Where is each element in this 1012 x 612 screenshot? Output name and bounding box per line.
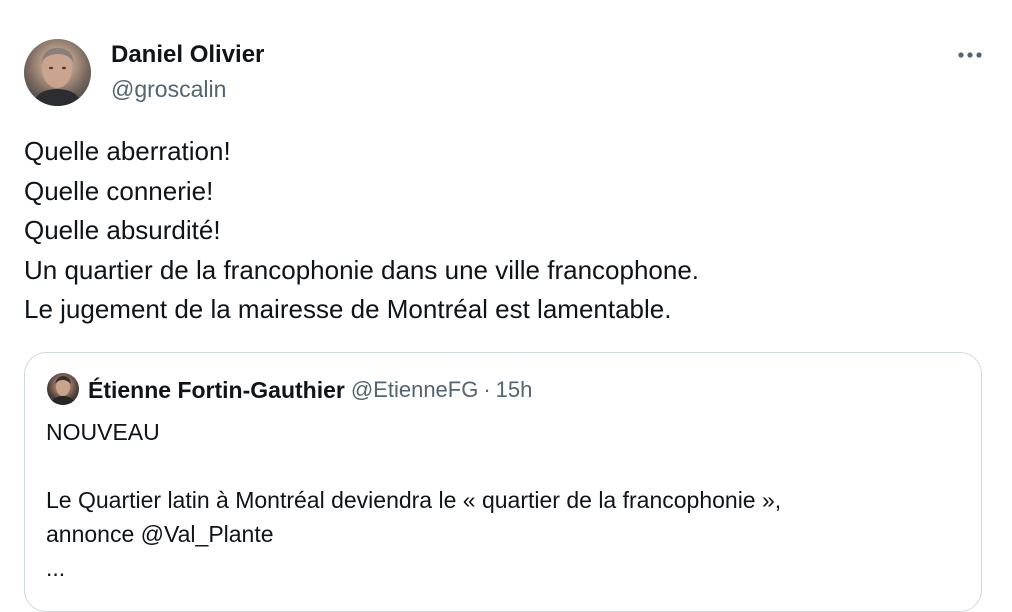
author-avatar[interactable] [24, 39, 91, 106]
quoted-line: annonce @Val_Plante [46, 521, 274, 547]
tweet-line: Un quartier de la francophonie dans une … [24, 254, 700, 285]
author-display-name[interactable]: Daniel Olivier [111, 40, 264, 70]
quoted-timestamp[interactable]: 15h [496, 377, 533, 403]
quoted-author-handle: @EtienneFG [350, 377, 479, 402]
quoted-author-name: Étienne Fortin-Gauthier [88, 376, 345, 403]
quoted-text: NOUVEAU Le Quartier latin à Montréal dev… [46, 415, 966, 585]
quoted-author-avatar [47, 373, 79, 405]
more-horizontal-icon [958, 52, 982, 58]
tweet-text: Quelle aberration! Quelle connerie! Quel… [24, 132, 984, 330]
tweet-line: Quelle connerie! [24, 175, 214, 206]
quoted-line: Le Quartier latin à Montréal deviendra l… [46, 487, 782, 513]
quoted-tweet-card[interactable]: Étienne Fortin-Gauthier @EtienneFG · 15h… [24, 352, 982, 612]
quoted-separator: · [483, 377, 491, 402]
tweet-line: Quelle aberration! [24, 136, 231, 166]
tweet-line: Le jugement de la mairesse de Montréal e… [24, 294, 672, 324]
tweet-line: Quelle absurdité! [24, 215, 221, 245]
quoted-line [46, 449, 966, 483]
quoted-line: ... [46, 555, 66, 581]
quoted-header: Étienne Fortin-Gauthier @EtienneFG · 15h [88, 375, 532, 405]
quoted-line: NOUVEAU [46, 419, 160, 445]
author-handle[interactable]: @groscalin [111, 74, 226, 104]
more-options-button[interactable] [950, 40, 990, 70]
